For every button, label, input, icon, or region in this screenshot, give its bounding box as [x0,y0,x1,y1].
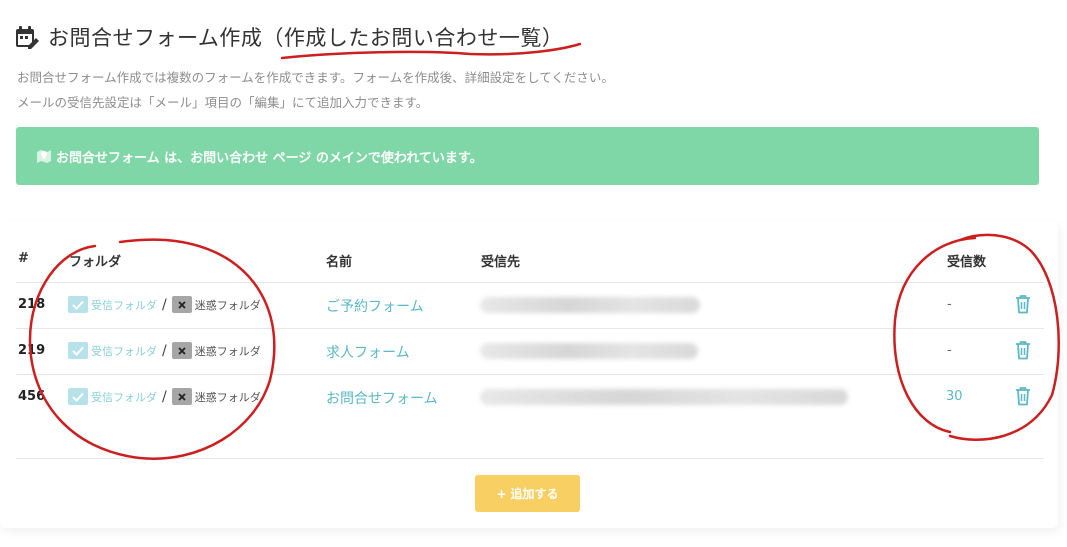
folder-settings: 受信フォルダ / 迷惑フォルダ [68,296,261,313]
spam-folder-link[interactable]: 迷惑フォルダ [195,297,261,313]
description-line-2: メールの受信先設定は「メール」項目の「編集」にて追加入力できます。 [17,95,429,110]
folder-settings: 受信フォルダ / 迷惑フォルダ [68,342,261,359]
page-header: お問合せフォーム作成（作成したお問い合わせ一覧） [14,22,563,52]
info-banner: お問合せフォーム は、お問い合わせ ページ のメインで使われています。 [16,127,1039,185]
form-name-link[interactable]: お問合せフォーム [326,388,438,408]
recipient-email-blurred [480,297,700,313]
spam-folder-x-icon[interactable] [171,342,192,359]
description-line-1: お問合せフォーム作成では複数のフォームを作成できます。フォームを作成後、詳細設定… [17,70,614,85]
inbox-folder-link[interactable]: 受信フォルダ [91,343,157,359]
form-name-link[interactable]: 求人フォーム [326,342,410,362]
trash-icon[interactable] [1014,386,1032,406]
page: お問合せフォーム作成（作成したお問い合わせ一覧） お問合せフォーム作成では複数の… [0,0,1067,547]
add-form-button[interactable]: + 追加する [475,475,580,512]
spam-folder-link[interactable]: 迷惑フォルダ [195,389,261,405]
received-count: - [947,297,952,312]
form-name-link[interactable]: ご予約フォーム [326,296,424,316]
folder-separator: / [162,342,167,359]
folder-separator: / [162,388,167,405]
spam-folder-x-icon[interactable] [171,388,192,405]
recipient-email-blurred [480,343,698,359]
add-form-button-label: 追加する [510,487,559,501]
row-id: 456 [18,389,46,404]
plus-icon: + [496,486,507,501]
banner-text: お問合せフォーム は、お問い合わせ ページ のメインで使われています。 [56,150,483,166]
inbox-folder-link[interactable]: 受信フォルダ [91,389,157,405]
trash-icon[interactable] [1014,340,1032,360]
column-header-recipient: 受信先 [481,255,521,270]
folder-separator: / [162,296,167,313]
recipient-email-blurred [480,389,848,405]
spam-folder-link[interactable]: 迷惑フォルダ [195,343,261,359]
row-divider [16,374,1044,375]
spam-folder-x-icon[interactable] [171,296,192,313]
inbox-folder-check-icon[interactable] [68,342,88,359]
map-pin-icon [37,150,51,163]
trash-icon[interactable] [1014,294,1032,314]
folder-settings: 受信フォルダ / 迷惑フォルダ [68,388,261,405]
inbox-folder-check-icon[interactable] [68,296,88,313]
row-divider [16,458,1044,459]
calendar-edit-icon [16,26,39,49]
received-count: - [947,343,952,358]
column-header-name: 名前 [326,255,353,270]
row-id: 219 [18,343,46,358]
row-divider [16,328,1044,329]
column-header-id: # [18,251,29,266]
received-count-link[interactable]: 30 [946,389,963,404]
inbox-folder-check-icon[interactable] [68,388,88,405]
column-header-count: 受信数 [947,255,987,270]
column-header-folder: フォルダ [69,255,122,270]
row-divider [16,282,1044,283]
inbox-folder-link[interactable]: 受信フォルダ [91,297,157,313]
row-id: 218 [18,297,46,312]
page-title: お問合せフォーム作成（作成したお問い合わせ一覧） [48,26,564,50]
